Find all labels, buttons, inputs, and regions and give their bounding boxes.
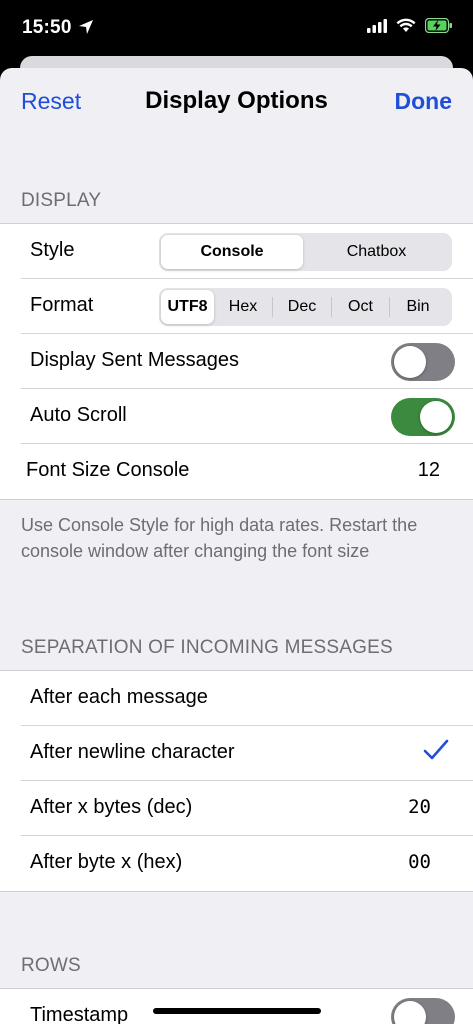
- after-byte-hex-label: After byte x (hex): [30, 851, 183, 873]
- status-icons: [367, 17, 453, 38]
- style-option-console[interactable]: Console: [161, 235, 303, 269]
- location-arrow-icon: [78, 19, 94, 40]
- display-sent-messages-row: Display Sent Messages: [21, 334, 473, 389]
- format-segmented-control[interactable]: UTF8 Hex Dec Oct Bin: [159, 288, 452, 326]
- style-row: Style Console Chatbox: [21, 224, 473, 279]
- format-option-hex[interactable]: Hex: [214, 290, 272, 324]
- battery-charging-icon: [424, 17, 453, 38]
- auto-scroll-row: Auto Scroll: [21, 389, 473, 444]
- cellular-signal-icon: [367, 18, 387, 38]
- display-sent-messages-label: Display Sent Messages: [30, 349, 239, 371]
- display-options-sheet: Reset Display Options Done DISPLAY Style…: [0, 68, 473, 1024]
- auto-scroll-label: Auto Scroll: [30, 404, 127, 426]
- font-size-console-row[interactable]: Font Size Console 12: [0, 444, 473, 499]
- navigation-bar: Reset Display Options Done: [0, 68, 473, 136]
- after-byte-hex-value[interactable]: 00: [408, 851, 431, 873]
- after-newline-row[interactable]: After newline character: [21, 726, 473, 781]
- separation-section-header: SEPARATION OF INCOMING MESSAGES: [21, 637, 393, 658]
- toggle-knob: [394, 1001, 426, 1024]
- style-segmented-control[interactable]: Console Chatbox: [159, 233, 452, 271]
- rows-section-header: ROWS: [21, 955, 81, 976]
- status-bar: 15:50: [0, 0, 473, 56]
- font-size-console-label: Font Size Console: [26, 459, 190, 481]
- format-label: Format: [30, 294, 94, 316]
- auto-scroll-toggle[interactable]: [391, 398, 455, 436]
- timestamp-label: Timestamp: [30, 1004, 129, 1024]
- home-indicator[interactable]: [153, 1008, 321, 1014]
- format-row: Format UTF8 Hex Dec Oct Bin: [21, 279, 473, 334]
- display-settings-group: Style Console Chatbox Format UTF8 Hex De…: [0, 223, 473, 500]
- timestamp-row: Timestamp: [21, 989, 473, 1024]
- timestamp-toggle[interactable]: [391, 998, 455, 1024]
- style-option-chatbox[interactable]: Chatbox: [303, 235, 450, 269]
- font-size-console-value: 12: [417, 459, 440, 481]
- format-option-oct[interactable]: Oct: [332, 290, 389, 324]
- status-time: 15:50: [22, 17, 72, 38]
- after-each-message-label: After each message: [30, 686, 208, 708]
- after-newline-label: After newline character: [30, 741, 235, 763]
- rows-settings-group: Timestamp: [0, 988, 473, 1024]
- after-byte-hex-row[interactable]: After byte x (hex) 00: [21, 836, 473, 891]
- after-x-bytes-label: After x bytes (dec): [30, 796, 193, 818]
- format-option-dec[interactable]: Dec: [273, 290, 331, 324]
- wifi-icon: [396, 18, 416, 38]
- format-option-bin[interactable]: Bin: [390, 290, 446, 324]
- display-sent-messages-toggle[interactable]: [391, 343, 455, 381]
- after-x-bytes-row[interactable]: After x bytes (dec) 20: [21, 781, 473, 836]
- after-x-bytes-value[interactable]: 20: [408, 796, 431, 818]
- display-footnote: Use Console Style for high data rates. R…: [21, 515, 418, 561]
- done-button[interactable]: Done: [395, 88, 453, 115]
- format-option-utf8[interactable]: UTF8: [161, 290, 214, 324]
- checkmark-icon: [423, 739, 449, 766]
- display-section-header: DISPLAY: [21, 190, 102, 211]
- toggle-knob: [394, 346, 426, 378]
- style-label: Style: [30, 239, 75, 261]
- after-each-message-row[interactable]: After each message: [21, 671, 473, 726]
- toggle-knob: [420, 401, 452, 433]
- separation-settings-group: After each message After newline charact…: [0, 670, 473, 892]
